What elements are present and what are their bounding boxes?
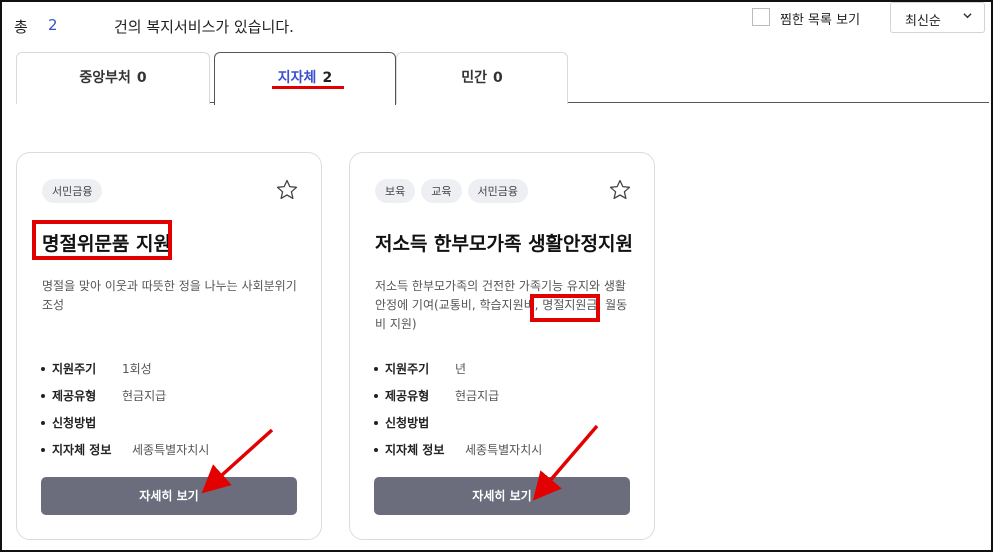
info-value: 현금지급 <box>122 389 167 403</box>
tag: 보육 <box>375 179 416 203</box>
info-list: 지원주기 년 제공유형 현금지급 신청방법 지자체 정보 세종특별자치시 <box>374 355 644 463</box>
info-row: 제공유형 현금지급 <box>374 382 644 409</box>
info-row: 지자체 정보 세종특별자치시 <box>41 436 311 463</box>
tab-central-ministry[interactable]: 중앙부처 0 <box>16 52 210 104</box>
sort-selected-label: 최신순 <box>905 14 941 29</box>
favorites-label[interactable]: 찜한 목록 보기 <box>780 9 860 28</box>
info-label: 제공유형 <box>52 389 97 403</box>
tag: 교육 <box>421 179 462 203</box>
total-suffix: 건의 복지서비스가 있습니다. <box>114 18 294 36</box>
info-label: 지원주기 <box>52 362 97 376</box>
tab-count: 2 <box>322 70 333 86</box>
tab-count: 0 <box>136 70 147 86</box>
tag: 서민금융 <box>42 179 103 203</box>
tab-label: 지자체 <box>277 70 317 86</box>
bullet <box>374 420 378 425</box>
info-row: 지원주기 1회성 <box>41 355 311 382</box>
detail-button[interactable]: 자세히 보기 <box>374 477 630 515</box>
info-row: 지자체 정보 세종특별자치시 <box>374 436 644 463</box>
bullet <box>374 393 378 398</box>
info-label: 제공유형 <box>385 389 430 403</box>
bullet <box>41 447 45 452</box>
card-title[interactable]: 명절위문품 지원 <box>42 229 171 256</box>
tag-list: 보육 교육 서민금융 <box>375 179 528 203</box>
info-list: 지원주기 1회성 제공유형 현금지급 신청방법 지자체 정보 세종특별자치시 <box>41 355 311 463</box>
bullet <box>374 447 378 452</box>
star-outline-icon[interactable] <box>608 178 632 202</box>
bullet <box>41 366 45 371</box>
tag-list: 서민금융 <box>42 179 103 203</box>
bullet <box>41 393 45 398</box>
total-count: 2 <box>48 16 58 34</box>
chevron-down-icon <box>963 13 972 19</box>
card-description: 명절을 맞아 이웃과 따뜻한 정을 나누는 사회분위기 조성 <box>42 279 297 312</box>
card-description: 저소득 한부모가족의 건전한 가족기능 유지와 생활 안정에 기여(교통비, 학… <box>375 279 628 331</box>
detail-button[interactable]: 자세히 보기 <box>41 477 297 515</box>
service-card: 서민금융 명절위문품 지원 명절을 맞아 이웃과 따뜻한 정을 나누는 사회분위… <box>16 152 322 540</box>
info-label: 지자체 정보 <box>52 443 112 457</box>
tab-label: 민간 <box>461 70 487 86</box>
info-row: 신청방법 <box>41 409 311 436</box>
info-row: 신청방법 <box>374 409 644 436</box>
tab-label: 중앙부처 <box>79 70 131 86</box>
info-row: 지원주기 년 <box>374 355 644 382</box>
active-tab-underline <box>272 86 344 89</box>
info-label: 신청방법 <box>385 416 430 430</box>
card-title[interactable]: 저소득 한부모가족 생활안정지원 <box>375 229 633 256</box>
info-label: 지자체 정보 <box>385 443 445 457</box>
info-value: 년 <box>455 362 467 376</box>
total-prefix: 총 <box>14 18 28 36</box>
info-value: 세종특별자치시 <box>132 443 210 457</box>
info-label: 지원주기 <box>385 362 430 376</box>
star-outline-icon[interactable] <box>275 178 299 202</box>
info-label: 신청방법 <box>52 416 97 430</box>
bullet <box>41 420 45 425</box>
tag: 서민금융 <box>467 179 528 203</box>
sort-select[interactable]: 최신순 <box>890 2 985 33</box>
tab-count: 0 <box>493 70 503 86</box>
tab-local-government[interactable]: 지자체 2 <box>214 52 396 105</box>
tab-private[interactable]: 민간 0 <box>396 52 568 104</box>
info-value: 현금지급 <box>455 389 500 403</box>
info-value: 1회성 <box>122 362 152 376</box>
info-row: 제공유형 현금지급 <box>41 382 311 409</box>
favorites-checkbox[interactable] <box>752 8 770 26</box>
bullet <box>374 366 378 371</box>
info-value: 세종특별자치시 <box>465 443 543 457</box>
service-card: 보육 교육 서민금융 저소득 한부모가족 생활안정지원 저소득 한부모가족의 건… <box>349 152 655 540</box>
